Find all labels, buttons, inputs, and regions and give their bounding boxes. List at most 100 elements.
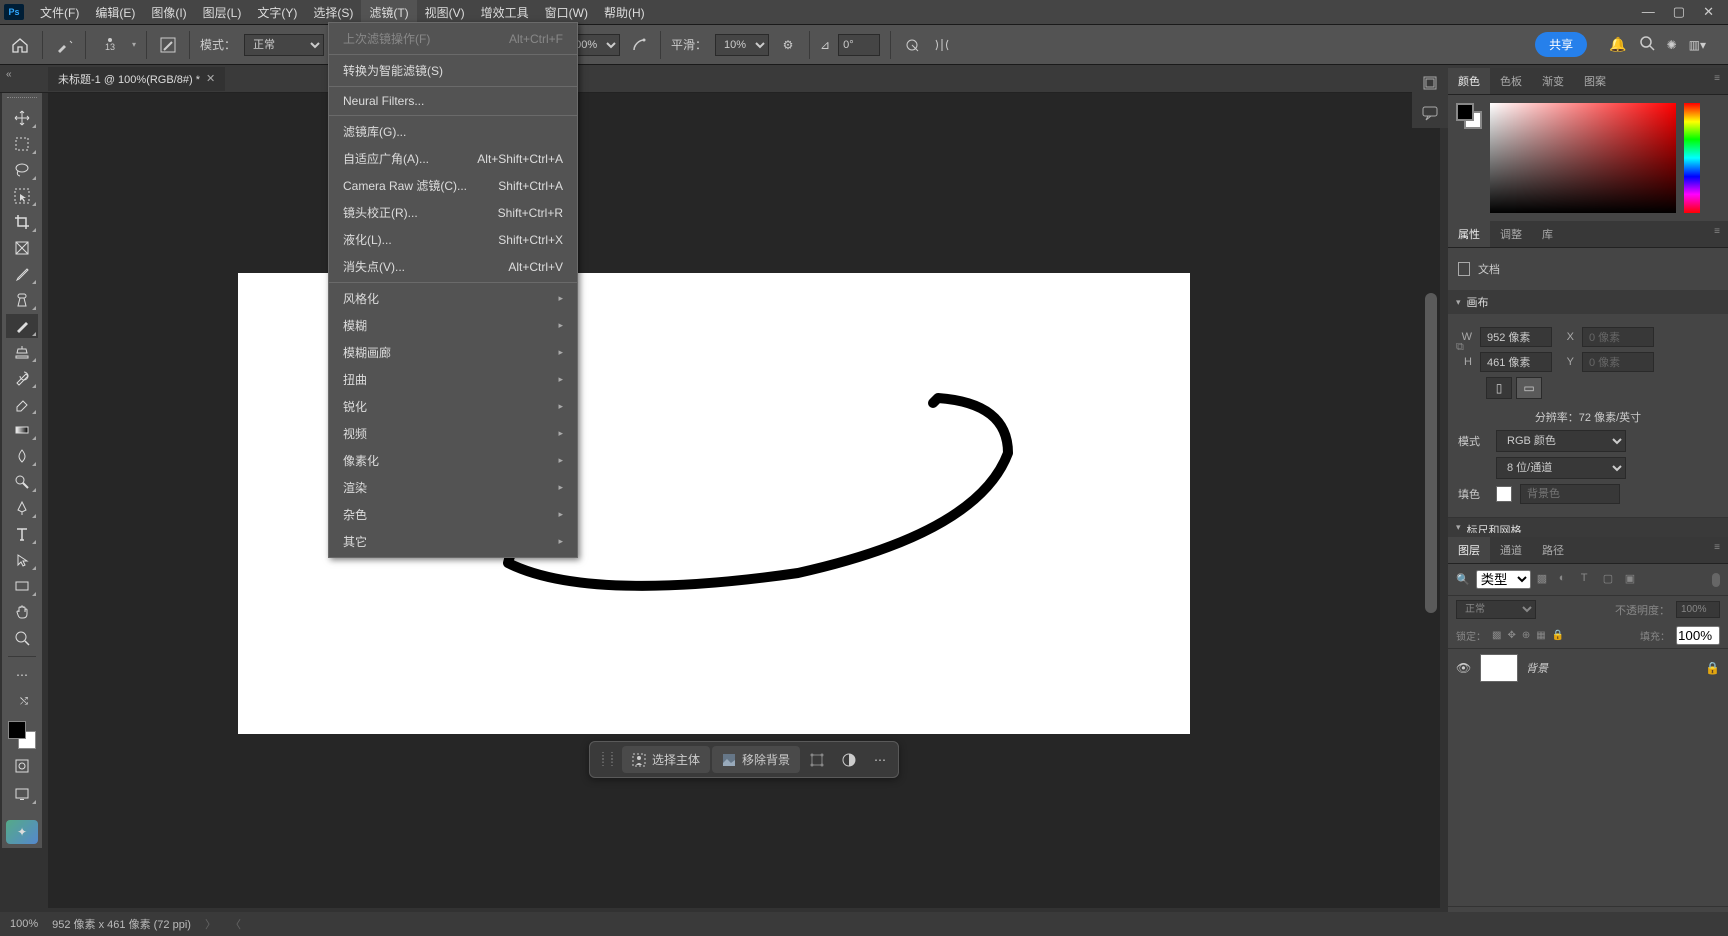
maximize-button[interactable]: ▢: [1673, 4, 1685, 20]
foreground-color[interactable]: [8, 721, 26, 739]
marquee-tool[interactable]: [6, 132, 38, 156]
zoom-tool[interactable]: [6, 626, 38, 650]
brush-size-preview[interactable]: 13: [96, 31, 124, 59]
remove-background-button[interactable]: 移除背景: [712, 746, 800, 773]
filter-toggle[interactable]: [1712, 573, 1720, 587]
menu-view[interactable]: 视图(V): [417, 0, 473, 25]
vertical-scrollbar[interactable]: [1424, 93, 1438, 908]
brush-tool[interactable]: [6, 314, 38, 338]
color-field[interactable]: [1490, 103, 1676, 213]
edit-toolbar[interactable]: ⋯: [6, 663, 38, 687]
status-zoom[interactable]: 100%: [10, 918, 38, 930]
angle-input[interactable]: [838, 34, 880, 56]
eyedropper-tool[interactable]: [6, 262, 38, 286]
tab-patterns[interactable]: 图案: [1574, 68, 1616, 94]
menu-window[interactable]: 窗口(W): [537, 0, 596, 25]
lock-all-icon[interactable]: 🔒: [1552, 630, 1564, 641]
color-fg[interactable]: [1456, 103, 1474, 121]
panels-expand-left-icon[interactable]: «: [6, 69, 12, 80]
lock-artboard-icon[interactable]: ▦: [1536, 630, 1545, 641]
layer-visibility-icon[interactable]: 👁: [1456, 661, 1472, 675]
hue-slider[interactable]: [1684, 103, 1700, 213]
fill-color-swatch[interactable]: [1496, 486, 1512, 502]
menu-filter-gallery[interactable]: 滤镜库(G)...: [329, 118, 577, 145]
filter-shape-icon[interactable]: ▢: [1603, 572, 1619, 588]
ai-tool-icon[interactable]: ✦: [6, 820, 38, 844]
filter-smart-icon[interactable]: ▣: [1625, 572, 1641, 588]
close-button[interactable]: ✕: [1703, 4, 1714, 20]
blur-tool[interactable]: [6, 444, 38, 468]
menu-distort[interactable]: 扭曲▸: [329, 366, 577, 393]
taskbar-grip[interactable]: ⋮⋮⋮⋮⋮⋮: [594, 755, 620, 764]
object-selection-tool[interactable]: [6, 184, 38, 208]
tab-gradients[interactable]: 渐变: [1532, 68, 1574, 94]
smoothing-options-icon[interactable]: ⚙: [777, 34, 799, 56]
swap-colors-icon[interactable]: ⤭: [8, 689, 40, 713]
layer-filter-kind[interactable]: 类型: [1476, 570, 1531, 589]
layer-lock-icon[interactable]: 🔒: [1705, 661, 1720, 675]
home-icon[interactable]: [8, 33, 32, 57]
pressure-opacity-icon[interactable]: [628, 34, 650, 56]
menu-image[interactable]: 图像(I): [143, 0, 194, 25]
pressure-size-icon[interactable]: [901, 34, 923, 56]
search-icon[interactable]: [1639, 35, 1655, 54]
bit-depth-select[interactable]: 8 位/通道: [1496, 457, 1626, 479]
gradient-tool[interactable]: [6, 418, 38, 442]
filter-type-icon[interactable]: T: [1581, 572, 1597, 588]
tab-paths[interactable]: 路径: [1532, 537, 1574, 563]
history-brush-tool[interactable]: [6, 366, 38, 390]
filter-pixel-icon[interactable]: ▩: [1537, 572, 1553, 588]
menu-adaptive-wide-angle[interactable]: 自适应广角(A)...Alt+Shift+Ctrl+A: [329, 145, 577, 172]
layer-blend-mode[interactable]: 正常: [1456, 600, 1536, 619]
status-arrow2-icon[interactable]: 〈: [230, 916, 241, 932]
lock-nested-icon[interactable]: ⊕: [1522, 630, 1530, 641]
tab-close-icon[interactable]: ✕: [206, 72, 215, 85]
tab-properties[interactable]: 属性: [1448, 221, 1490, 247]
menu-liquify[interactable]: 液化(L)...Shift+Ctrl+X: [329, 226, 577, 253]
menu-camera-raw[interactable]: Camera Raw 滤镜(C)...Shift+Ctrl+A: [329, 172, 577, 199]
status-arrow-icon[interactable]: 〉: [205, 916, 216, 932]
menu-last-filter[interactable]: 上次滤镜操作(F)Alt+Ctrl+F: [329, 25, 577, 52]
menu-layer[interactable]: 图层(L): [195, 0, 250, 25]
menu-lens-correction[interactable]: 镜头校正(R)...Shift+Ctrl+R: [329, 199, 577, 226]
minimize-button[interactable]: —: [1642, 4, 1655, 20]
smoothing-select[interactable]: 10%: [715, 34, 769, 56]
tab-swatches[interactable]: 色板: [1490, 68, 1532, 94]
portrait-button[interactable]: ▯: [1486, 377, 1512, 399]
lasso-tool[interactable]: [6, 158, 38, 182]
tab-layers[interactable]: 图层: [1448, 537, 1490, 563]
lock-position-icon[interactable]: ✥: [1507, 630, 1515, 641]
layer-name[interactable]: 背景: [1526, 660, 1697, 676]
menu-plugins[interactable]: 增效工具: [473, 0, 537, 25]
height-input[interactable]: [1480, 352, 1552, 372]
width-input[interactable]: [1480, 327, 1552, 347]
tab-adjustments[interactable]: 调整: [1490, 221, 1532, 247]
fill-color-input[interactable]: [1520, 484, 1620, 504]
layer-filter-search-icon[interactable]: 🔍: [1456, 573, 1470, 586]
foreground-background-colors[interactable]: [6, 719, 38, 751]
tab-channels[interactable]: 通道: [1490, 537, 1532, 563]
path-selection-tool[interactable]: [6, 548, 38, 572]
color-panel-menu-icon[interactable]: ≡: [1706, 68, 1728, 94]
rectangle-tool[interactable]: [6, 574, 38, 598]
landscape-button[interactable]: ▭: [1516, 377, 1542, 399]
eraser-tool[interactable]: [6, 392, 38, 416]
menu-noise[interactable]: 杂色▸: [329, 501, 577, 528]
brush-size-dropdown-icon[interactable]: ▾: [132, 40, 136, 49]
share-button[interactable]: 共享: [1535, 32, 1587, 57]
symmetry-icon[interactable]: [931, 34, 953, 56]
crop-tool[interactable]: [6, 210, 38, 234]
menu-sharpen[interactable]: 锐化▸: [329, 393, 577, 420]
menu-file[interactable]: 文件(F): [32, 0, 87, 25]
clone-stamp-tool[interactable]: [6, 340, 38, 364]
tab-libraries[interactable]: 库: [1532, 221, 1563, 247]
document-tab[interactable]: 未标题-1 @ 100%(RGB/8#) * ✕: [48, 67, 225, 91]
move-tool[interactable]: [6, 106, 38, 130]
menu-vanishing-point[interactable]: 消失点(V)...Alt+Ctrl+V: [329, 253, 577, 280]
hand-tool[interactable]: [6, 600, 38, 624]
bell-icon[interactable]: 🔔: [1609, 36, 1626, 53]
adjustment-icon[interactable]: [834, 748, 864, 772]
color-mode-select[interactable]: RGB 颜色: [1496, 430, 1626, 452]
menu-render[interactable]: 渲染▸: [329, 474, 577, 501]
brush-settings-icon[interactable]: [157, 34, 179, 56]
